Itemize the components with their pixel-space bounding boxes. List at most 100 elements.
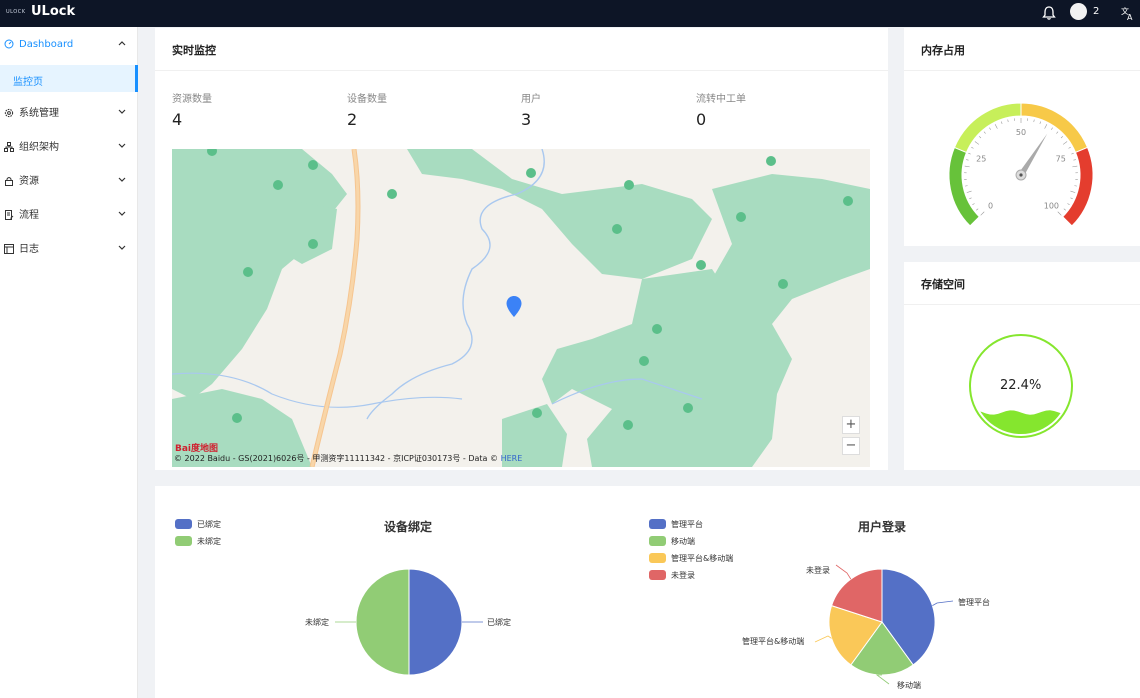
top-bar: ULOCK ULock 2 文 A	[0, 0, 1140, 27]
chevron-up-icon	[118, 41, 126, 46]
sidebar-item-system[interactable]: 系统管理	[0, 96, 138, 130]
gauge-tick	[969, 197, 972, 200]
svg-text:A: A	[1127, 13, 1133, 21]
chevron-down-icon	[118, 245, 126, 250]
sidebar-item-label: 资源	[19, 176, 39, 187]
map[interactable]: © 2022 Baidu - GS(2021)6026号 - 甲测资字11111…	[172, 149, 870, 467]
gauge-tick	[972, 203, 975, 206]
sidebar-item-label: 流程	[19, 210, 39, 221]
gauge-tick	[1007, 119, 1009, 123]
divider	[155, 70, 888, 71]
gauge-tick-label: 100	[1044, 201, 1059, 210]
lock-icon	[5, 177, 13, 186]
sidebar-item-label: 监控页	[13, 77, 43, 88]
gauge-tick	[971, 146, 974, 149]
card-title: 实时监控	[172, 44, 216, 57]
gauge-tick	[1057, 211, 1062, 216]
gauge-band	[948, 146, 980, 227]
gauge-tick	[1070, 190, 1076, 193]
gauge-band	[953, 102, 1022, 154]
gauge-hub-dot	[1019, 173, 1023, 177]
gauge-tick-label: 75	[1056, 155, 1066, 164]
legend-swatch	[175, 519, 192, 529]
gauge-tick-label: 0	[988, 201, 993, 210]
sidebar: Dashboard 监控页 系统管理 组织架构 资源 流程 日志	[0, 27, 138, 698]
gauge-tick	[980, 211, 985, 216]
gauge-tick	[1067, 203, 1070, 206]
avatar[interactable]	[1070, 3, 1087, 20]
gauge-tick	[994, 124, 998, 129]
gauge-tick	[964, 165, 970, 168]
sidebar-item-monitor-page[interactable]: 监控页	[0, 65, 138, 92]
gauge-tick	[1070, 197, 1073, 200]
realtime-monitor-card: 实时监控 资源数量 4 设备数量 2 用户 3 流转中工单 0 © 2022 B…	[155, 28, 888, 470]
gauge-tick	[976, 208, 979, 211]
gauge-tick	[1051, 127, 1053, 130]
stat-value: 3	[521, 110, 532, 129]
gauge-tick	[978, 136, 982, 139]
sidebar-item-org[interactable]: 组织架构	[0, 130, 138, 164]
legend-label: 已绑定	[197, 520, 221, 529]
logo: ULOCK	[6, 9, 26, 15]
stat-value: 4	[172, 110, 183, 129]
stat-label: 流转中工单	[696, 94, 746, 105]
location-pin-icon[interactable]	[506, 296, 522, 318]
pie-slice	[355, 568, 410, 676]
baidu-logo: Bai度地图	[175, 444, 219, 454]
sidebar-item-label: 日志	[19, 244, 39, 255]
legend-swatch	[649, 553, 666, 563]
storage-card: 存储空间 22.4%	[904, 262, 1140, 470]
bell-icon[interactable]	[1042, 5, 1056, 21]
gauge-tick	[1033, 119, 1035, 123]
pie-label-line	[814, 635, 832, 643]
gauge-tick	[1044, 124, 1048, 129]
copyright-link[interactable]: HERE	[501, 454, 523, 463]
gauge-tick-label: 25	[976, 155, 986, 164]
flow-doc-icon	[5, 210, 14, 220]
gauge-tick	[966, 190, 972, 193]
pie-label: 管理平台&移动端	[742, 637, 805, 646]
gear-icon	[4, 108, 14, 118]
storage-liquid-fill	[969, 334, 1073, 438]
sidebar-item-resources[interactable]: 资源	[0, 164, 138, 198]
pie-charts	[335, 564, 954, 685]
gauge-tick	[983, 131, 986, 134]
sidebar-item-dashboard[interactable]: Dashboard	[0, 27, 138, 61]
legend-label: 管理平台&移动端	[671, 554, 734, 563]
pie-label: 管理平台	[958, 598, 990, 607]
chevron-down-icon	[118, 109, 126, 114]
zoom-in-button[interactable]: +	[842, 416, 860, 434]
pie-label: 未登录	[806, 566, 830, 575]
app-title: ULock	[31, 4, 76, 19]
gauge-tick	[1072, 165, 1078, 168]
legend-label: 移动端	[671, 537, 695, 546]
notification-count: 2	[1093, 6, 1100, 17]
stat-value: 0	[696, 110, 707, 129]
sidebar-item-label: 组织架构	[19, 142, 59, 153]
legend-label: 未登录	[671, 571, 695, 580]
storage-percent: 22.4%	[1000, 378, 1042, 393]
log-icon	[4, 244, 14, 254]
legend-swatch	[175, 536, 192, 546]
gauge-tick	[1073, 159, 1076, 161]
gauge-tick	[966, 159, 969, 161]
zoom-out-button[interactable]: −	[842, 437, 860, 455]
legend-swatch	[649, 536, 666, 546]
stat-label: 设备数量	[347, 94, 387, 105]
chart-title: 用户登录	[858, 520, 907, 534]
org-chart-icon	[4, 142, 14, 152]
pie-label-line	[835, 564, 852, 580]
sidebar-item-log[interactable]: 日志	[0, 232, 138, 266]
gauge-tick	[1056, 131, 1059, 134]
gauge-tick	[968, 152, 971, 155]
translate-icon[interactable]: 文 A	[1121, 5, 1135, 21]
gauge-tick-label: 50	[1016, 128, 1026, 137]
memory-gauge: 0 25 50 75 100	[948, 102, 1094, 227]
dashboard-icon	[4, 39, 14, 49]
stat-label: 用户	[521, 94, 541, 105]
sidebar-item-label: 系统管理	[19, 108, 59, 119]
sidebar-item-flow[interactable]: 流程	[0, 198, 138, 232]
pie-label-line	[932, 600, 954, 606]
legend-label: 未绑定	[197, 537, 221, 546]
gauge-tick	[1000, 121, 1003, 124]
